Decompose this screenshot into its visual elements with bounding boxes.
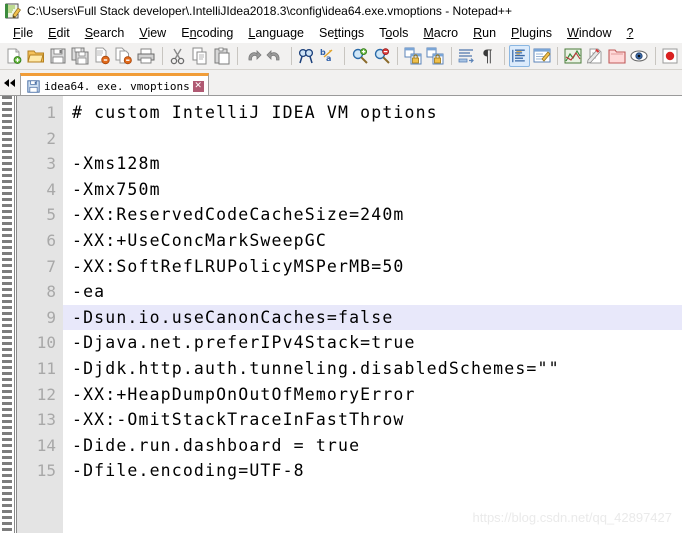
find-icon[interactable] <box>296 45 317 67</box>
print-icon[interactable] <box>136 45 157 67</box>
toolbar-separator <box>557 47 559 65</box>
scroll-tabs-left-icon[interactable] <box>0 70 18 95</box>
tab-idea64-vmoptions[interactable]: idea64. exe. vmoptions ✕ <box>20 73 209 96</box>
line-number: 14 <box>36 435 56 455</box>
code-line[interactable] <box>63 126 682 152</box>
code-line[interactable]: -Xms128m <box>63 151 682 177</box>
toolbar-separator <box>290 47 292 65</box>
menu-tools[interactable]: Tools <box>372 25 416 41</box>
line-number: 5 <box>46 205 56 225</box>
menu-search[interactable]: Search <box>78 25 133 41</box>
zoom-in-icon[interactable] <box>349 45 370 67</box>
menu-window[interactable]: Window <box>560 25 619 41</box>
start-record-macro-icon[interactable] <box>660 45 681 67</box>
indent-guide-icon[interactable] <box>508 45 531 67</box>
saved-file-icon <box>27 79 40 93</box>
menu-macro[interactable]: Macro <box>416 25 466 41</box>
tab-bar: idea64. exe. vmoptions ✕ <box>0 70 682 96</box>
line-number: 8 <box>46 282 56 302</box>
save-icon[interactable] <box>47 45 68 67</box>
code-line[interactable]: -XX:SoftRefLRUPolicyMSPerMB=50 <box>63 254 682 280</box>
line-number: 9 <box>46 307 56 327</box>
code-line[interactable]: -XX:-OmitStackTraceInFastThrow <box>63 407 682 433</box>
line-number: 7 <box>46 256 56 276</box>
replace-icon[interactable]: b a <box>318 45 339 67</box>
menu-help[interactable]: ? <box>620 25 642 41</box>
copy-icon[interactable] <box>189 45 210 67</box>
menu-language[interactable]: Language <box>241 25 312 41</box>
redo-icon[interactable] <box>265 45 286 67</box>
code-line[interactable]: -Dfile.encoding=UTF-8 <box>63 458 682 484</box>
word-wrap-icon[interactable] <box>456 45 477 67</box>
line-number: 1 <box>46 103 56 122</box>
menu-encoding[interactable]: Encoding <box>174 25 241 41</box>
line-number: 12 <box>36 384 56 404</box>
editor-area[interactable]: 1 2 3 4 5 6 7 8 9 10 11 12 13 14 15 # cu… <box>0 95 682 533</box>
toolbar: b a ¶ <box>0 43 682 70</box>
code-line[interactable]: -XX:+UseConcMarkSweepGC <box>63 228 682 254</box>
sync-vertical-scroll-icon[interactable] <box>402 45 423 67</box>
undo-icon[interactable] <box>242 45 263 67</box>
line-number: 6 <box>46 230 56 250</box>
code-text-area[interactable]: # custom IntelliJ IDEA VM options -Xms12… <box>63 96 682 533</box>
menu-view[interactable]: View <box>132 25 174 41</box>
menu-edit[interactable]: Edit <box>41 25 78 41</box>
user-defined-language-icon[interactable] <box>531 45 552 67</box>
save-all-icon[interactable] <box>69 45 90 67</box>
line-number: 4 <box>46 179 56 199</box>
toolbar-separator <box>343 47 345 65</box>
line-number: 13 <box>36 410 56 430</box>
code-line[interactable]: -Djava.net.preferIPv4Stack=true <box>63 330 682 356</box>
code-line[interactable]: -ea <box>63 279 682 305</box>
line-number: 15 <box>36 461 56 481</box>
line-number: 2 <box>46 128 56 148</box>
toolbar-separator <box>654 47 656 65</box>
title-bar: C:\Users\Full Stack developer\.IntelliJI… <box>0 0 682 22</box>
show-document-map-icon[interactable] <box>562 45 583 67</box>
close-file-icon[interactable] <box>92 45 113 67</box>
paste-icon[interactable] <box>211 45 232 67</box>
notepadpp-window: C:\Users\Full Stack developer\.IntelliJI… <box>0 0 682 533</box>
code-line[interactable]: -Xmx750m <box>63 177 682 203</box>
bookmark-margin[interactable] <box>0 96 14 533</box>
toolbar-separator <box>450 47 452 65</box>
show-all-characters-icon[interactable]: ¶ <box>478 45 499 67</box>
menu-file[interactable]: File <box>6 25 41 41</box>
open-file-icon[interactable] <box>25 45 46 67</box>
window-title: C:\Users\Full Stack developer\.IntelliJI… <box>27 4 512 18</box>
code-line[interactable]: -Dide.run.dashboard = true <box>63 433 682 459</box>
toolbar-separator <box>397 47 399 65</box>
toolbar-separator <box>503 47 505 65</box>
menu-settings[interactable]: Settings <box>312 25 372 41</box>
code-line-active[interactable]: -Dsun.io.useCanonCaches=false <box>63 304 682 331</box>
menu-run[interactable]: Run <box>466 25 504 41</box>
show-folder-as-workspace-icon[interactable] <box>606 45 627 67</box>
code-line[interactable]: # custom IntelliJ IDEA VM options <box>63 100 682 126</box>
close-all-icon[interactable] <box>114 45 135 67</box>
toolbar-separator <box>161 47 163 65</box>
code-line[interactable]: -Djdk.http.auth.tunneling.disabledScheme… <box>63 356 682 382</box>
code-line[interactable]: -XX:ReservedCodeCacheSize=240m <box>63 202 682 228</box>
line-number: 3 <box>46 154 56 174</box>
cut-icon[interactable] <box>167 45 188 67</box>
tab-label: idea64. exe. vmoptions <box>44 79 190 93</box>
line-number-gutter: 1 2 3 4 5 6 7 8 9 10 11 12 13 14 15 <box>17 96 63 533</box>
notepad-plus-plus-icon <box>5 3 21 19</box>
toolbar-separator <box>237 47 239 65</box>
monitoring-icon[interactable] <box>629 45 650 67</box>
show-function-list-icon[interactable] <box>584 45 605 67</box>
menu-plugins[interactable]: Plugins <box>504 25 560 41</box>
zoom-out-icon[interactable] <box>371 45 392 67</box>
sync-horizontal-scroll-icon[interactable] <box>424 45 445 67</box>
line-number: 11 <box>36 358 56 378</box>
code-line[interactable]: -XX:+HeapDumpOnOutOfMemoryError <box>63 382 682 408</box>
menu-bar[interactable]: File Edit Search View Encoding Language … <box>0 22 682 43</box>
svg-text:¶: ¶ <box>482 47 493 65</box>
close-icon[interactable]: ✕ <box>192 80 204 92</box>
new-file-icon[interactable] <box>3 45 24 67</box>
line-number: 10 <box>36 333 56 353</box>
